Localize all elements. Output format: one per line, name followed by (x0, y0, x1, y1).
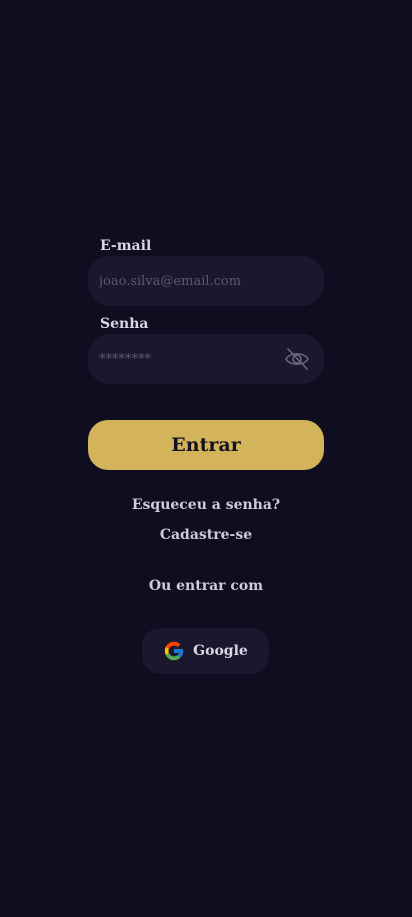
password-label: Senha (100, 316, 149, 332)
google-login-label: Google (193, 643, 248, 659)
eye-off-icon[interactable] (284, 347, 310, 371)
login-button[interactable]: Entrar (88, 420, 324, 470)
password-field-wrapper (88, 334, 324, 384)
alt-login-label: Ou entrar com (148, 578, 264, 594)
signup-link[interactable]: Cadastre-se (0, 527, 412, 543)
login-form: E-mail Senha (88, 236, 324, 384)
forgot-password-link[interactable]: Esqueceu a senha? (0, 497, 412, 513)
google-login-button[interactable]: Google (142, 628, 269, 674)
email-label: E-mail (100, 238, 152, 254)
email-field[interactable] (88, 256, 324, 306)
google-icon (163, 640, 185, 662)
email-field-wrapper (88, 256, 324, 306)
